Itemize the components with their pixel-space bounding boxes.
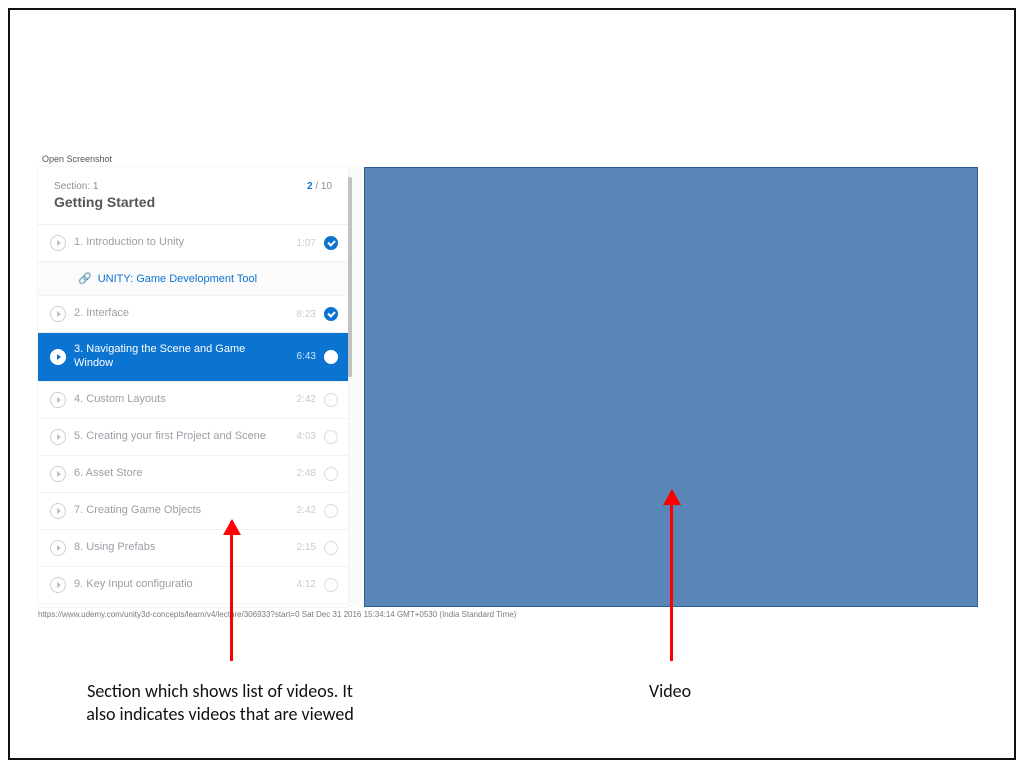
unviewed-status-icon bbox=[324, 578, 338, 592]
lesson-item-7[interactable]: 7. Creating Game Objects 2:42 bbox=[38, 493, 348, 530]
play-icon bbox=[50, 540, 66, 556]
lesson-item-8[interactable]: 8. Using Prefabs 2:15 bbox=[38, 530, 348, 567]
lesson-resource-link[interactable]: 🔗UNITY: Game Development Tool bbox=[38, 262, 348, 296]
unviewed-status-icon bbox=[324, 541, 338, 555]
section-title: Getting Started bbox=[54, 194, 332, 210]
course-sidebar: Section: 1 2 / 10 Getting Started 1. Int… bbox=[38, 167, 348, 607]
lesson-duration: 6:43 bbox=[286, 351, 316, 362]
annotation-arrow-right bbox=[670, 491, 673, 661]
play-icon bbox=[50, 392, 66, 408]
annotation-caption-right: Video bbox=[570, 680, 770, 703]
lesson-item-2[interactable]: 2. Interface 8:23 bbox=[38, 296, 348, 333]
lesson-label: 7. Creating Game Objects bbox=[74, 504, 278, 518]
play-icon bbox=[50, 349, 66, 365]
unviewed-status-icon bbox=[324, 467, 338, 481]
scrollbar[interactable] bbox=[348, 177, 352, 377]
section-label: Section: 1 bbox=[54, 181, 98, 192]
lesson-duration: 4:12 bbox=[286, 579, 316, 590]
lesson-duration: 2:42 bbox=[286, 394, 316, 405]
unviewed-status-icon bbox=[324, 430, 338, 444]
lesson-item-3-current[interactable]: 3. Navigating the Scene and Game Window … bbox=[38, 333, 348, 382]
screenshot-area: Section: 1 2 / 10 Getting Started 1. Int… bbox=[38, 167, 978, 607]
lesson-label: 2. Interface bbox=[74, 307, 278, 321]
lesson-item-4[interactable]: 4. Custom Layouts 2:42 bbox=[38, 382, 348, 419]
unviewed-status-icon bbox=[324, 393, 338, 407]
play-icon bbox=[50, 429, 66, 445]
lesson-duration: 2:15 bbox=[286, 542, 316, 553]
annotation-arrow-left bbox=[230, 521, 233, 661]
viewed-check-icon bbox=[324, 307, 338, 321]
lesson-label: 8. Using Prefabs bbox=[74, 541, 278, 555]
link-icon: 🔗 bbox=[78, 273, 92, 285]
lesson-item-9[interactable]: 9. Key Input configuratio 4:12 bbox=[38, 567, 348, 604]
lesson-label: 4. Custom Layouts bbox=[74, 393, 278, 407]
lesson-duration: 8:23 bbox=[286, 309, 316, 320]
lesson-label: 6. Asset Store bbox=[74, 467, 278, 481]
lesson-item-5[interactable]: 5. Creating your first Project and Scene… bbox=[38, 419, 348, 456]
lesson-label: 5. Creating your first Project and Scene bbox=[74, 430, 278, 444]
lesson-label: 3. Navigating the Scene and Game Window bbox=[74, 343, 278, 371]
footer-url: https://www.udemy.com/unity3d-concepts/l… bbox=[38, 610, 516, 619]
current-status-icon bbox=[324, 350, 338, 364]
play-icon bbox=[50, 466, 66, 482]
unviewed-status-icon bbox=[324, 504, 338, 518]
screenshot-title: Open Screenshot bbox=[42, 154, 112, 164]
viewed-check-icon bbox=[324, 236, 338, 250]
play-icon bbox=[50, 503, 66, 519]
lesson-duration: 4:03 bbox=[286, 431, 316, 442]
play-icon bbox=[50, 306, 66, 322]
lesson-duration: 1:07 bbox=[286, 238, 316, 249]
lesson-item-1[interactable]: 1. Introduction to Unity 1:07 bbox=[38, 225, 348, 262]
lesson-label: 1. Introduction to Unity bbox=[74, 236, 278, 250]
lesson-duration: 2:48 bbox=[286, 468, 316, 479]
play-icon bbox=[50, 577, 66, 593]
page-frame: Open Screenshot Section: 1 2 / 10 Gettin… bbox=[8, 8, 1016, 760]
section-header: Section: 1 2 / 10 Getting Started bbox=[38, 167, 348, 225]
play-icon bbox=[50, 235, 66, 251]
lesson-item-6[interactable]: 6. Asset Store 2:48 bbox=[38, 456, 348, 493]
annotation-caption-left: Section which shows list of videos. It a… bbox=[80, 680, 360, 725]
lesson-label: 9. Key Input configuratio bbox=[74, 578, 278, 592]
section-progress: 2 / 10 bbox=[307, 181, 332, 192]
lesson-duration: 2:42 bbox=[286, 505, 316, 516]
